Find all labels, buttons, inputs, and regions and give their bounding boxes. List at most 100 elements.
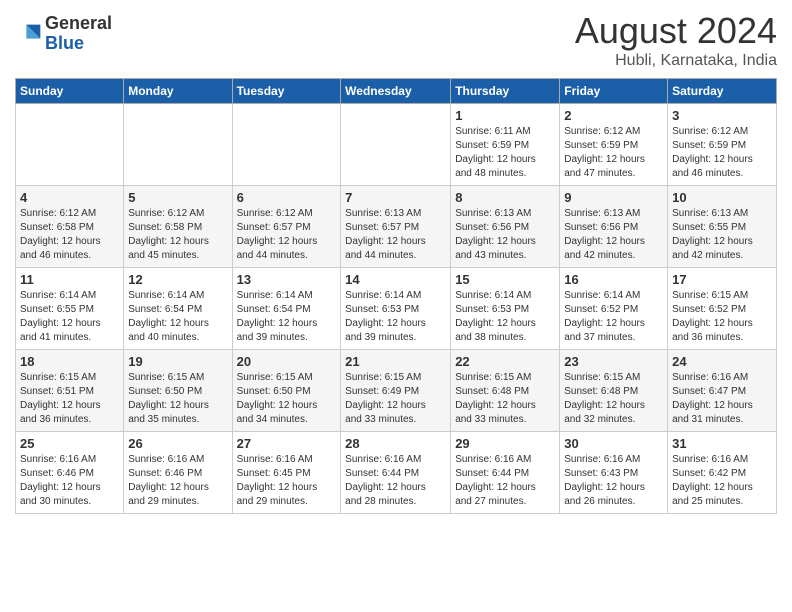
day-info: Sunrise: 6:11 AMSunset: 6:59 PMDaylight:… bbox=[455, 125, 555, 181]
day-number: 2 bbox=[564, 108, 663, 123]
day-number: 11 bbox=[20, 272, 119, 287]
day-info: Sunrise: 6:15 AMSunset: 6:48 PMDaylight:… bbox=[455, 371, 555, 427]
table-row: 10 Sunrise: 6:13 AMSunset: 6:55 PMDayligh… bbox=[668, 186, 777, 268]
calendar-week-row: 18 Sunrise: 6:15 AMSunset: 6:51 PMDayligh… bbox=[16, 350, 777, 432]
logo-icon bbox=[17, 20, 45, 48]
title-area: August 2024 Hubli, Karnataka, India bbox=[575, 10, 777, 70]
day-info: Sunrise: 6:16 AMSunset: 6:47 PMDaylight:… bbox=[672, 371, 772, 427]
day-number: 13 bbox=[237, 272, 337, 287]
table-row: 31 Sunrise: 6:16 AMSunset: 6:42 PMDayligh… bbox=[668, 432, 777, 514]
table-row: 1 Sunrise: 6:11 AMSunset: 6:59 PMDaylight… bbox=[451, 104, 560, 186]
calendar-table: Sunday Monday Tuesday Wednesday Thursday… bbox=[15, 78, 777, 514]
day-info: Sunrise: 6:13 AMSunset: 6:56 PMDaylight:… bbox=[455, 207, 555, 263]
day-info: Sunrise: 6:16 AMSunset: 6:44 PMDaylight:… bbox=[455, 453, 555, 509]
day-info: Sunrise: 6:13 AMSunset: 6:55 PMDaylight:… bbox=[672, 207, 772, 263]
table-row: 14 Sunrise: 6:14 AMSunset: 6:53 PMDayligh… bbox=[341, 268, 451, 350]
table-row: 25Sunrise: 6:16 AMSunset: 6:46 PMDayligh… bbox=[16, 432, 124, 514]
day-number: 10 bbox=[672, 190, 772, 205]
day-info: Sunrise: 6:14 AMSunset: 6:55 PMDaylight:… bbox=[20, 289, 119, 345]
day-number: 5 bbox=[128, 190, 227, 205]
day-number: 20 bbox=[237, 354, 337, 369]
day-info: Sunrise: 6:15 AMSunset: 6:50 PMDaylight:… bbox=[128, 371, 227, 427]
table-row: 11 Sunrise: 6:14 AMSunset: 6:55 PMDayligh… bbox=[16, 268, 124, 350]
header: General Blue August 2024 Hubli, Karnatak… bbox=[15, 10, 777, 70]
day-number: 12 bbox=[128, 272, 227, 287]
header-monday: Monday bbox=[124, 79, 232, 104]
day-number: 15 bbox=[455, 272, 555, 287]
table-row bbox=[124, 104, 232, 186]
logo: General Blue bbox=[15, 14, 112, 54]
calendar-week-row: 11 Sunrise: 6:14 AMSunset: 6:55 PMDayligh… bbox=[16, 268, 777, 350]
table-row: 13 Sunrise: 6:14 AMSunset: 6:54 PMDayligh… bbox=[232, 268, 341, 350]
day-info: Sunrise: 6:16 AMSunset: 6:43 PMDaylight:… bbox=[564, 453, 663, 509]
logo-blue-text: Blue bbox=[45, 34, 112, 54]
table-row: 30 Sunrise: 6:16 AMSunset: 6:43 PMDayligh… bbox=[560, 432, 668, 514]
day-number: 31 bbox=[672, 436, 772, 451]
header-saturday: Saturday bbox=[668, 79, 777, 104]
day-info: Sunrise: 6:16 AMSunset: 6:42 PMDaylight:… bbox=[672, 453, 772, 509]
day-info: Sunrise: 6:15 AMSunset: 6:52 PMDaylight:… bbox=[672, 289, 772, 345]
day-number: 4 bbox=[20, 190, 119, 205]
day-number: 29 bbox=[455, 436, 555, 451]
day-number: 1 bbox=[455, 108, 555, 123]
table-row: 29 Sunrise: 6:16 AMSunset: 6:44 PMDayligh… bbox=[451, 432, 560, 514]
day-info: Sunrise: 6:14 AMSunset: 6:53 PMDaylight:… bbox=[455, 289, 555, 345]
day-number: 22 bbox=[455, 354, 555, 369]
day-number: 8 bbox=[455, 190, 555, 205]
day-number: 21 bbox=[345, 354, 446, 369]
table-row: 7 Sunrise: 6:13 AMSunset: 6:57 PMDaylight… bbox=[341, 186, 451, 268]
table-row: 27 Sunrise: 6:16 AMSunset: 6:45 PMDayligh… bbox=[232, 432, 341, 514]
table-row: 6Sunrise: 6:12 AMSunset: 6:57 PMDaylight… bbox=[232, 186, 341, 268]
table-row: 9 Sunrise: 6:13 AMSunset: 6:56 PMDaylight… bbox=[560, 186, 668, 268]
calendar-header-row: Sunday Monday Tuesday Wednesday Thursday… bbox=[16, 79, 777, 104]
day-number: 23 bbox=[564, 354, 663, 369]
table-row: 20 Sunrise: 6:15 AMSunset: 6:50 PMDayligh… bbox=[232, 350, 341, 432]
day-number: 28 bbox=[345, 436, 446, 451]
day-info: Sunrise: 6:13 AMSunset: 6:57 PMDaylight:… bbox=[345, 207, 446, 263]
day-number: 18 bbox=[20, 354, 119, 369]
table-row: 26 Sunrise: 6:16 AMSunset: 6:46 PMDayligh… bbox=[124, 432, 232, 514]
table-row: 28 Sunrise: 6:16 AMSunset: 6:44 PMDayligh… bbox=[341, 432, 451, 514]
calendar-week-row: 25Sunrise: 6:16 AMSunset: 6:46 PMDayligh… bbox=[16, 432, 777, 514]
header-friday: Friday bbox=[560, 79, 668, 104]
day-info: Sunrise: 6:16 AMSunset: 6:46 PMDaylight:… bbox=[20, 453, 119, 509]
header-thursday: Thursday bbox=[451, 79, 560, 104]
day-info: Sunrise: 6:15 AMSunset: 6:50 PMDaylight:… bbox=[237, 371, 337, 427]
day-info: Sunrise: 6:16 AMSunset: 6:44 PMDaylight:… bbox=[345, 453, 446, 509]
table-row: 18 Sunrise: 6:15 AMSunset: 6:51 PMDayligh… bbox=[16, 350, 124, 432]
header-sunday: Sunday bbox=[16, 79, 124, 104]
day-info: Sunrise: 6:15 AMSunset: 6:49 PMDaylight:… bbox=[345, 371, 446, 427]
location-subtitle: Hubli, Karnataka, India bbox=[575, 52, 777, 70]
calendar-week-row: 4 Sunrise: 6:12 AMSunset: 6:58 PMDaylight… bbox=[16, 186, 777, 268]
day-info: Sunrise: 6:13 AMSunset: 6:56 PMDaylight:… bbox=[564, 207, 663, 263]
table-row: 19 Sunrise: 6:15 AMSunset: 6:50 PMDayligh… bbox=[124, 350, 232, 432]
day-number: 14 bbox=[345, 272, 446, 287]
day-info: Sunrise: 6:12 AMSunset: 6:59 PMDaylight:… bbox=[672, 125, 772, 181]
day-number: 3 bbox=[672, 108, 772, 123]
table-row: 23 Sunrise: 6:15 AMSunset: 6:48 PMDayligh… bbox=[560, 350, 668, 432]
day-info: Sunrise: 6:15 AMSunset: 6:48 PMDaylight:… bbox=[564, 371, 663, 427]
day-info: Sunrise: 6:12 AMSunset: 6:58 PMDaylight:… bbox=[20, 207, 119, 263]
day-info: Sunrise: 6:15 AMSunset: 6:51 PMDaylight:… bbox=[20, 371, 119, 427]
day-number: 7 bbox=[345, 190, 446, 205]
table-row: 22 Sunrise: 6:15 AMSunset: 6:48 PMDayligh… bbox=[451, 350, 560, 432]
month-year-title: August 2024 bbox=[575, 10, 777, 52]
day-number: 27 bbox=[237, 436, 337, 451]
day-info: Sunrise: 6:16 AMSunset: 6:46 PMDaylight:… bbox=[128, 453, 227, 509]
day-info: Sunrise: 6:14 AMSunset: 6:52 PMDaylight:… bbox=[564, 289, 663, 345]
day-number: 9 bbox=[564, 190, 663, 205]
table-row: 5Sunrise: 6:12 AMSunset: 6:58 PMDaylight… bbox=[124, 186, 232, 268]
day-info: Sunrise: 6:14 AMSunset: 6:54 PMDaylight:… bbox=[237, 289, 337, 345]
day-info: Sunrise: 6:14 AMSunset: 6:53 PMDaylight:… bbox=[345, 289, 446, 345]
day-number: 30 bbox=[564, 436, 663, 451]
table-row bbox=[16, 104, 124, 186]
day-info: Sunrise: 6:16 AMSunset: 6:45 PMDaylight:… bbox=[237, 453, 337, 509]
page-container: General Blue August 2024 Hubli, Karnatak… bbox=[0, 0, 792, 519]
header-tuesday: Tuesday bbox=[232, 79, 341, 104]
table-row bbox=[341, 104, 451, 186]
table-row: 4 Sunrise: 6:12 AMSunset: 6:58 PMDaylight… bbox=[16, 186, 124, 268]
day-number: 19 bbox=[128, 354, 227, 369]
day-info: Sunrise: 6:12 AMSunset: 6:59 PMDaylight:… bbox=[564, 125, 663, 181]
day-info: Sunrise: 6:14 AMSunset: 6:54 PMDaylight:… bbox=[128, 289, 227, 345]
day-number: 26 bbox=[128, 436, 227, 451]
